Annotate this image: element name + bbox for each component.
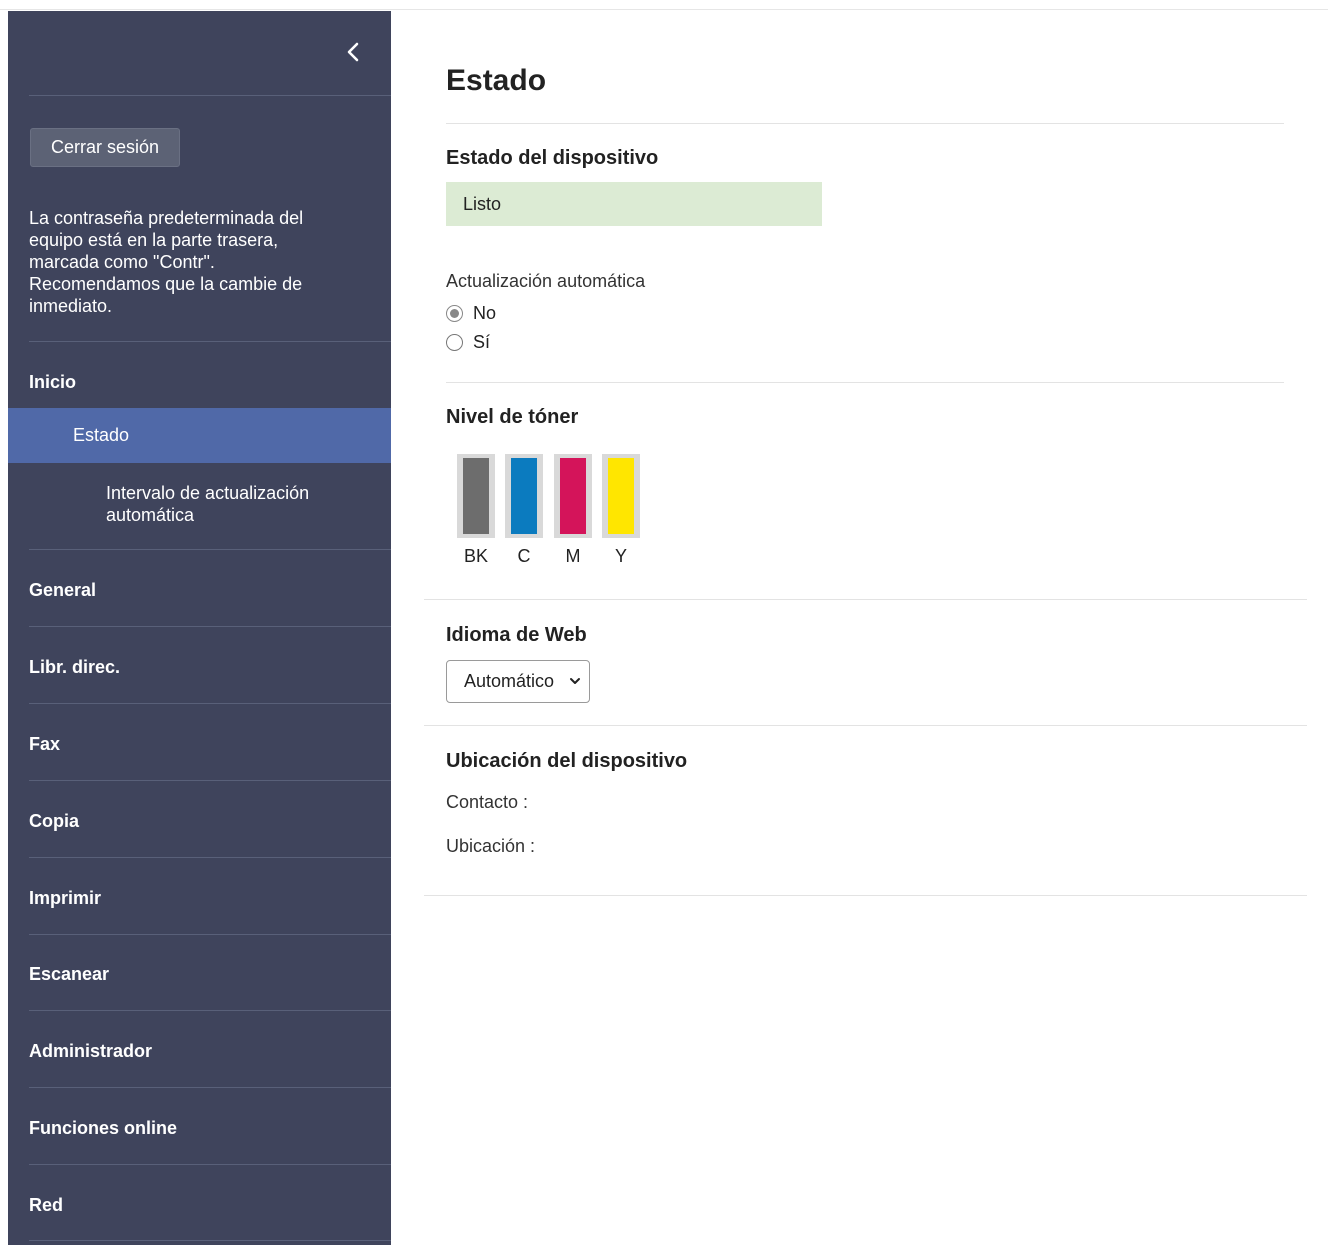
device-location-heading: Ubicación del dispositivo bbox=[446, 750, 688, 772]
sidebar-item-online-functions[interactable]: Funciones online bbox=[29, 1118, 177, 1139]
sidebar-divider bbox=[29, 857, 391, 858]
contact-label: Contacto : bbox=[446, 792, 529, 812]
sidebar-item-auto-refresh-interval[interactable]: Intervalo de actualización automática bbox=[106, 482, 366, 526]
sidebar-item-general[interactable]: General bbox=[29, 580, 96, 601]
section-divider bbox=[424, 599, 1307, 600]
sidebar-item-inicio[interactable]: Inicio bbox=[29, 372, 76, 393]
chevron-left-icon bbox=[347, 42, 359, 62]
radio-checked-icon[interactable] bbox=[446, 305, 463, 322]
sidebar-divider bbox=[29, 95, 391, 96]
sidebar-divider bbox=[29, 1010, 391, 1011]
toner-bar-c bbox=[505, 454, 543, 538]
toner-fill bbox=[463, 458, 489, 534]
radio-label: Sí bbox=[473, 332, 491, 352]
radio-unchecked-icon[interactable] bbox=[446, 334, 463, 351]
section-divider bbox=[424, 725, 1307, 726]
sidebar-divider bbox=[29, 1087, 391, 1088]
toner-bar-bk bbox=[457, 454, 495, 538]
sidebar-divider bbox=[29, 780, 391, 781]
sidebar-divider bbox=[29, 934, 391, 935]
sidebar-divider bbox=[29, 1240, 391, 1241]
sidebar-item-scan[interactable]: Escanear bbox=[29, 964, 109, 985]
sidebar-item-estado[interactable]: Estado bbox=[8, 408, 391, 463]
web-language-heading: Idioma de Web bbox=[446, 624, 587, 646]
password-notice: La contraseña predeterminada del equipo … bbox=[29, 208, 304, 316]
auto-refresh-label: Actualización automática bbox=[446, 271, 646, 291]
toner-label-m: M bbox=[565, 546, 581, 566]
toner-level-heading: Nivel de tóner bbox=[446, 406, 579, 428]
toner-bar-y bbox=[602, 454, 640, 538]
sidebar-item-network[interactable]: Red bbox=[29, 1195, 63, 1216]
web-language-select[interactable]: Automático bbox=[446, 660, 590, 703]
section-divider bbox=[446, 382, 1284, 383]
auto-refresh-option-no[interactable]: No bbox=[446, 303, 496, 324]
sidebar-divider bbox=[29, 703, 391, 704]
logout-button[interactable]: Cerrar sesión bbox=[30, 128, 180, 167]
sidebar-divider bbox=[29, 626, 391, 627]
toner-fill bbox=[560, 458, 586, 534]
main-content: Estado Estado del dispositivo Listo Actu… bbox=[391, 11, 1328, 1245]
page-title: Estado bbox=[446, 64, 547, 97]
location-label: Ubicación : bbox=[446, 836, 536, 856]
sidebar-divider bbox=[29, 549, 391, 550]
chevron-down-icon bbox=[570, 678, 580, 684]
toner-fill bbox=[511, 458, 537, 534]
toner-label-c: C bbox=[517, 546, 531, 566]
sidebar: Cerrar sesión La contraseña predetermina… bbox=[8, 11, 391, 1245]
toner-fill bbox=[608, 458, 634, 534]
toner-bar-m bbox=[554, 454, 592, 538]
toner-label-y: Y bbox=[614, 546, 627, 566]
sidebar-item-copy[interactable]: Copia bbox=[29, 811, 79, 832]
sidebar-item-address-book[interactable]: Libr. direc. bbox=[29, 657, 120, 678]
top-border bbox=[0, 0, 1328, 10]
auto-refresh-option-yes[interactable]: Sí bbox=[446, 332, 490, 353]
section-divider bbox=[446, 123, 1284, 124]
section-divider bbox=[424, 895, 1307, 896]
sidebar-item-fax[interactable]: Fax bbox=[29, 734, 60, 755]
sidebar-item-print[interactable]: Imprimir bbox=[29, 888, 101, 909]
sidebar-item-administrator[interactable]: Administrador bbox=[29, 1041, 152, 1062]
sidebar-divider bbox=[29, 341, 391, 342]
radio-label: No bbox=[473, 303, 497, 323]
device-status-heading: Estado del dispositivo bbox=[446, 147, 659, 169]
collapse-sidebar-button[interactable] bbox=[338, 35, 368, 69]
toner-label-bk: BK bbox=[463, 546, 488, 566]
sidebar-divider bbox=[29, 1164, 391, 1165]
web-language-selected: Automático bbox=[464, 671, 555, 691]
device-status-badge: Listo bbox=[446, 182, 822, 226]
